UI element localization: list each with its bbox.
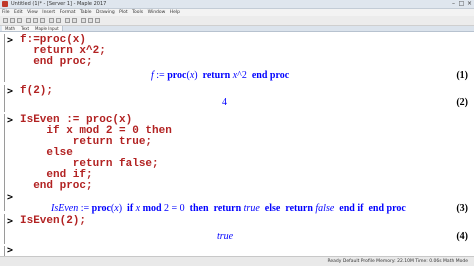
- tab-math[interactable]: Math: [2, 26, 20, 31]
- output-token: ): [118, 203, 128, 214]
- tab-text[interactable]: Text: [18, 26, 34, 31]
- output-token: ): [194, 70, 203, 81]
- execute-icon[interactable]: [81, 18, 86, 23]
- output-token: then: [189, 203, 209, 214]
- input-line-1[interactable]: f:=proc(x) return x^2; end proc;: [20, 35, 106, 68]
- output-token: end proc: [251, 70, 290, 81]
- output-token: end proc: [368, 203, 406, 214]
- equation-label-3: (3): [456, 203, 468, 214]
- prompt-symbol: >: [7, 86, 14, 97]
- output-1: f := proc(x) return x^2 end proc: [151, 70, 289, 81]
- group-bracket[interactable]: [4, 214, 5, 244]
- output-token: proc: [91, 203, 111, 214]
- menu-file[interactable]: File: [2, 9, 10, 16]
- group-bracket[interactable]: [4, 85, 5, 112]
- equation-label-4: (4): [456, 231, 468, 242]
- output-token: :=: [153, 70, 168, 81]
- output-token: false: [315, 203, 335, 214]
- status-text: Ready Default Profile Memory: 22.10M Tim…: [327, 259, 468, 264]
- status-bar: Ready Default Profile Memory: 22.10M Tim…: [0, 256, 474, 266]
- toolbar: [0, 16, 474, 26]
- output-2: 4: [222, 97, 227, 108]
- menu-plot[interactable]: Plot: [119, 9, 127, 16]
- prompt-symbol: >: [7, 115, 14, 126]
- maximize-icon[interactable]: □: [458, 1, 465, 7]
- math-mode-icon[interactable]: [72, 18, 77, 23]
- stop-icon[interactable]: [95, 18, 100, 23]
- menu-view[interactable]: View: [27, 9, 38, 16]
- copy-icon[interactable]: [33, 18, 38, 23]
- menu-window[interactable]: Window: [148, 9, 166, 16]
- input-line-3[interactable]: IsEven := proc(x) if x mod 2 = 0 then re…: [20, 115, 172, 192]
- prompt-symbol: >: [7, 216, 14, 227]
- output-token: end if: [339, 203, 364, 214]
- output-token: mod: [142, 203, 162, 214]
- save-icon[interactable]: [17, 18, 22, 23]
- menu-format[interactable]: Format: [60, 9, 76, 16]
- equation-label-1: (1): [456, 70, 468, 81]
- open-file-icon[interactable]: [10, 18, 15, 23]
- prompt-symbol: >: [7, 192, 14, 203]
- menu-drawing[interactable]: Drawing: [96, 9, 115, 16]
- output-token: 4: [222, 97, 227, 108]
- worksheet[interactable]: > f:=proc(x) return x^2; end proc; f := …: [0, 32, 474, 256]
- menu-edit[interactable]: Edit: [14, 9, 23, 16]
- close-icon[interactable]: ×: [466, 1, 473, 7]
- output-token: true: [243, 203, 260, 214]
- equation-label-2: (2): [456, 97, 468, 108]
- group-bracket[interactable]: [4, 34, 5, 82]
- output-4: true: [217, 231, 233, 242]
- output-token: else: [264, 203, 281, 214]
- maple-logo-icon: [2, 1, 8, 7]
- menu-bar: File Edit View Insert Format Table Drawi…: [0, 9, 474, 16]
- output-token: 2 = 0: [161, 203, 190, 214]
- new-document-icon[interactable]: [3, 18, 8, 23]
- window-title: Untitled (1)* - [Server 1] - Maple 2017: [11, 1, 107, 7]
- output-token: return: [285, 203, 313, 214]
- input-line-2[interactable]: f(2);: [20, 86, 53, 97]
- redo-icon[interactable]: [56, 18, 61, 23]
- group-bracket[interactable]: [4, 246, 5, 256]
- tab-maple-input[interactable]: Maple Input: [32, 26, 63, 31]
- output-token: proc: [167, 70, 187, 81]
- output-token: true: [217, 231, 234, 242]
- menu-insert[interactable]: Insert: [42, 9, 55, 16]
- output-token: :=: [78, 203, 92, 214]
- group-bracket[interactable]: [4, 114, 5, 211]
- output-3: IsEven := proc(x) if x mod 2 = 0 then re…: [51, 203, 406, 214]
- cut-icon[interactable]: [26, 18, 31, 23]
- text-mode-icon[interactable]: [65, 18, 70, 23]
- minimize-icon[interactable]: –: [450, 1, 457, 7]
- output-token: return: [213, 203, 242, 214]
- menu-tools[interactable]: Tools: [132, 9, 143, 16]
- title-bar: Untitled (1)* - [Server 1] - Maple 2017 …: [0, 0, 474, 9]
- prompt-symbol: >: [7, 245, 14, 256]
- paste-icon[interactable]: [40, 18, 45, 23]
- menu-help[interactable]: Help: [170, 9, 180, 16]
- prompt-symbol: >: [7, 35, 14, 46]
- input-line-4[interactable]: IsEven(2);: [20, 216, 86, 227]
- output-token: return: [202, 70, 231, 81]
- undo-icon[interactable]: [49, 18, 54, 23]
- output-token: IsEven: [51, 203, 79, 214]
- execute-all-icon[interactable]: [88, 18, 93, 23]
- menu-table[interactable]: Table: [80, 9, 92, 16]
- output-token: ^2: [237, 70, 252, 81]
